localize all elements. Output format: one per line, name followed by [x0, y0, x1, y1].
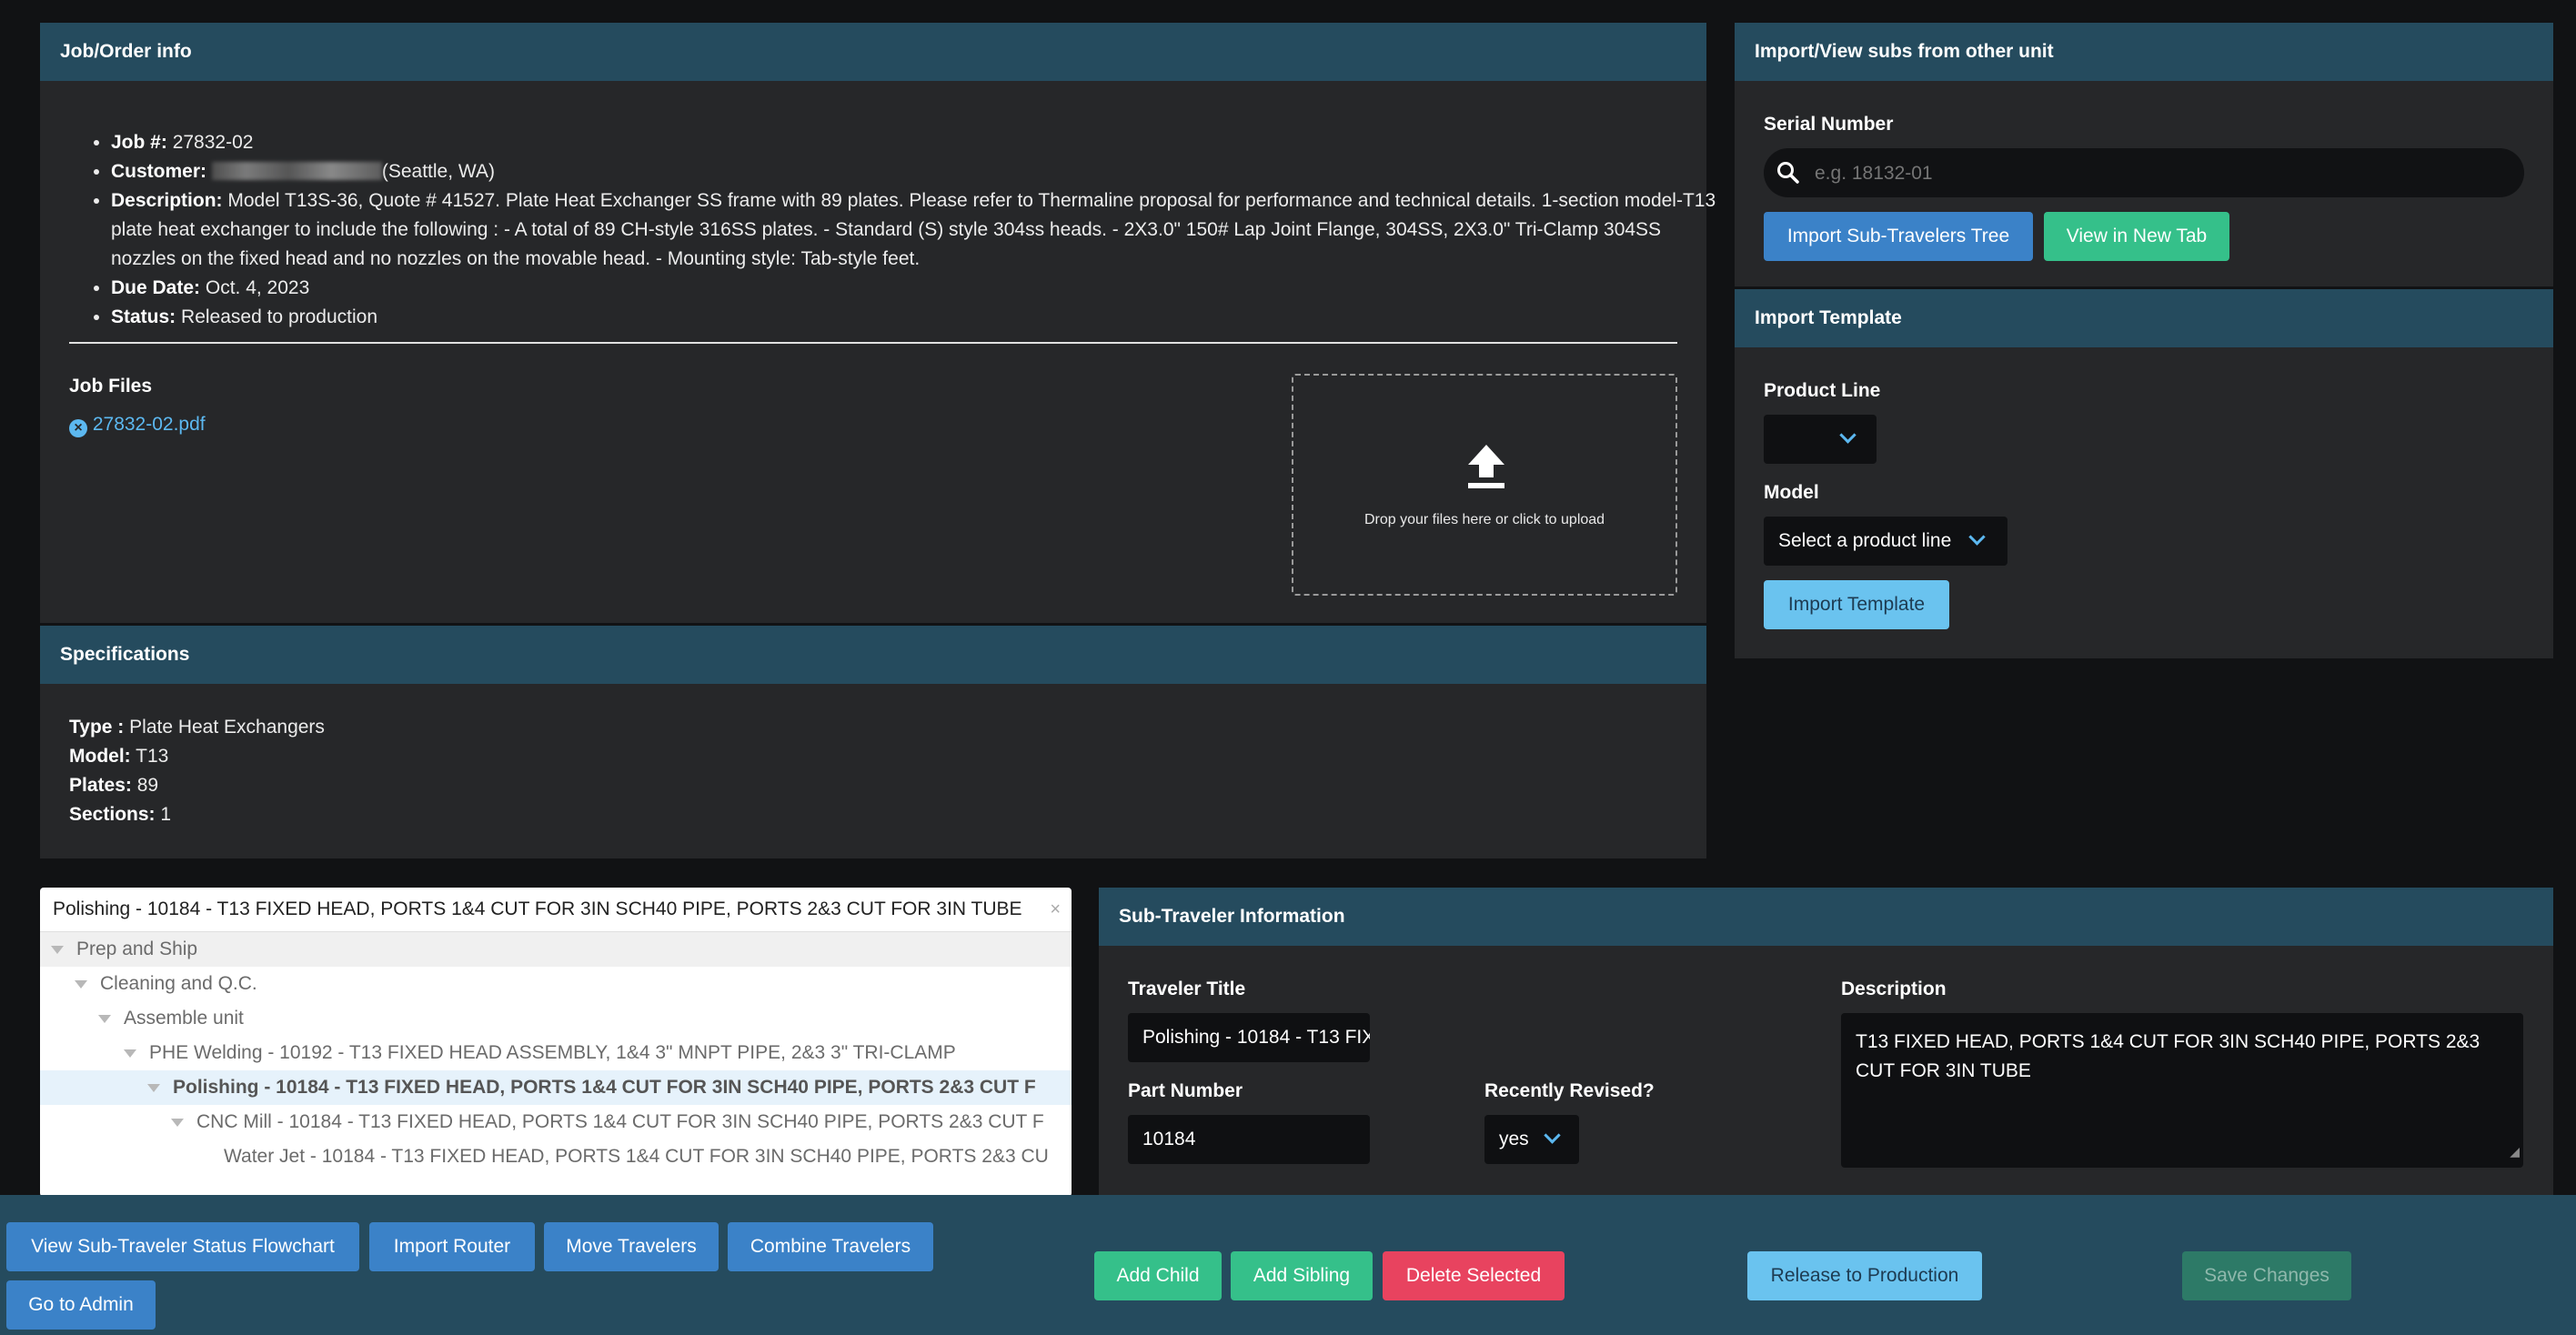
tree-node[interactable]: CNC Mill - 10184 - T13 FIXED HEAD, PORTS…	[40, 1105, 1072, 1139]
caret-down-icon[interactable]	[124, 1049, 136, 1058]
add-sibling-button[interactable]: Add Sibling	[1231, 1251, 1373, 1300]
traveler-title-input[interactable]: Polishing - 10184 - T13 FIXED HEAD	[1128, 1013, 1370, 1062]
import-sub-travelers-button[interactable]: Import Sub-Travelers Tree	[1764, 212, 2033, 261]
save-changes-button[interactable]: Save Changes	[2182, 1251, 2351, 1300]
tree-node[interactable]: Assemble unit	[40, 1001, 1072, 1036]
caret-down-icon[interactable]	[75, 979, 87, 989]
traveler-tree[interactable]: Polishing - 10184 - T13 FIXED HEAD, PORT…	[40, 888, 1072, 1197]
spec-plates: Plates: 89	[69, 775, 159, 796]
caret-down-icon[interactable]	[147, 1083, 160, 1092]
add-child-button[interactable]: Add Child	[1094, 1251, 1222, 1300]
spec-sections: Sections: 1	[69, 804, 172, 825]
tree-selected-value[interactable]: Polishing - 10184 - T13 FIXED HEAD, PORT…	[40, 888, 1072, 932]
job-order-card: Job/Order info Job #: 27832-02 Customer:…	[40, 23, 1716, 623]
traveler-title-label: Traveler Title	[1128, 979, 1246, 999]
due-date-item: Due Date: Oct. 4, 2023	[111, 274, 1726, 303]
caret-down-icon[interactable]	[98, 1014, 111, 1023]
resize-handle-icon[interactable]: ◢	[2510, 1137, 2520, 1166]
job-files-label: Job Files	[69, 376, 153, 396]
recently-revised-label: Recently Revised?	[1484, 1080, 1655, 1101]
import-template-header: Import Template	[1735, 289, 2553, 347]
spec-list: Type : Plate Heat Exchangers Model: T13 …	[69, 713, 325, 829]
job-file-link[interactable]: × 27832-02.pdf	[69, 414, 206, 437]
bottom-action-bar: View Sub-Traveler Status Flowchart Impor…	[0, 1195, 2576, 1335]
description-item: Description: Model T13S-36, Quote # 4152…	[111, 186, 1726, 274]
move-travelers-button[interactable]: Move Travelers	[544, 1222, 719, 1271]
chevron-down-icon	[1544, 1127, 1561, 1144]
clear-selection-icon[interactable]: ×	[1050, 888, 1061, 931]
caret-down-icon[interactable]	[171, 1118, 184, 1127]
specifications-card: Specifications Type : Plate Heat Exchang…	[40, 626, 1706, 858]
view-flowchart-button[interactable]: View Sub-Traveler Status Flowchart	[6, 1222, 359, 1271]
customer-redacted	[211, 162, 382, 180]
spec-type: Type : Plate Heat Exchangers	[69, 717, 325, 738]
search-icon	[1776, 161, 1800, 189]
serial-search[interactable]	[1764, 148, 2524, 199]
job-info-list: Job #: 27832-02 Customer: (Seattle, WA) …	[69, 128, 1726, 332]
model-label: Model	[1764, 482, 1819, 503]
import-subs-card: Import/View subs from other unit Serial …	[1735, 23, 2553, 286]
import-subs-header: Import/View subs from other unit	[1735, 23, 2553, 81]
caret-down-icon[interactable]	[51, 945, 64, 954]
tree-node[interactable]: Prep and Ship	[40, 932, 1072, 967]
spec-model: Model: T13	[69, 746, 169, 767]
upload-text: Drop your files here or click to upload	[1363, 512, 1605, 527]
import-template-button[interactable]: Import Template	[1764, 580, 1949, 629]
serial-number-input[interactable]	[1813, 148, 2508, 199]
view-in-new-tab-button[interactable]: View in New Tab	[2044, 212, 2229, 261]
delete-selected-button[interactable]: Delete Selected	[1383, 1251, 1565, 1300]
sub-traveler-card: Sub-Traveler Information Traveler Title …	[1099, 888, 2553, 1197]
customer-item: Customer: (Seattle, WA)	[111, 157, 1726, 186]
model-select[interactable]: Select a product line	[1764, 517, 2007, 566]
combine-travelers-button[interactable]: Combine Travelers	[728, 1222, 933, 1271]
import-template-card: Import Template Product Line Model Selec…	[1735, 289, 2553, 658]
product-line-label: Product Line	[1764, 380, 1881, 401]
tree-node-selected[interactable]: Polishing - 10184 - T13 FIXED HEAD, PORT…	[40, 1070, 1072, 1105]
description-textarea[interactable]: T13 FIXED HEAD, PORTS 1&4 CUT FOR 3IN SC…	[1841, 1013, 2523, 1168]
tree-node[interactable]: Cleaning and Q.C.	[40, 967, 1072, 1001]
sub-traveler-header: Sub-Traveler Information	[1099, 888, 2553, 946]
divider	[69, 342, 1677, 344]
part-number-label: Part Number	[1128, 1080, 1243, 1101]
recently-revised-select[interactable]: yes	[1484, 1115, 1579, 1164]
release-to-production-button[interactable]: Release to Production	[1747, 1251, 1982, 1300]
go-to-admin-button[interactable]: Go to Admin	[6, 1280, 156, 1330]
file-dropzone[interactable]: Drop your files here or click to upload	[1292, 374, 1677, 596]
status-item: Status: Released to production	[111, 303, 1726, 332]
chevron-down-icon	[1968, 528, 1986, 546]
product-line-select[interactable]	[1764, 415, 1877, 464]
remove-file-icon[interactable]: ×	[69, 419, 87, 437]
job-order-header: Job/Order info	[40, 23, 1706, 81]
serial-number-label: Serial Number	[1764, 114, 1894, 135]
part-number-input[interactable]: 10184	[1128, 1115, 1370, 1164]
specifications-header: Specifications	[40, 626, 1706, 684]
tree-node[interactable]: Water Jet - 10184 - T13 FIXED HEAD, PORT…	[40, 1139, 1072, 1174]
upload-icon	[1466, 445, 1506, 490]
description-label: Description	[1841, 979, 1947, 999]
tree-node[interactable]: PHE Welding - 10192 - T13 FIXED HEAD ASS…	[40, 1036, 1072, 1070]
job-number-item: Job #: 27832-02	[111, 128, 1726, 157]
import-router-button[interactable]: Import Router	[369, 1222, 535, 1271]
chevron-down-icon	[1839, 427, 1857, 444]
